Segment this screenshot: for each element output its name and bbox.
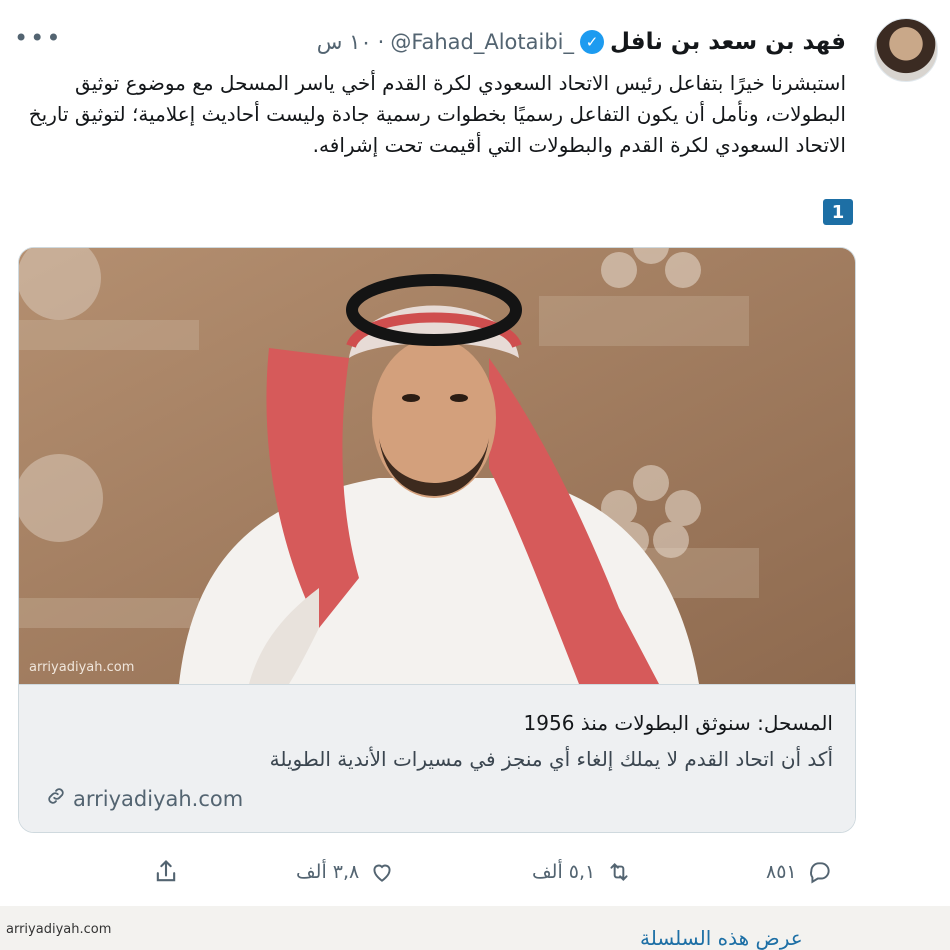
link-card-domain-text: arriyadiyah.com: [73, 786, 244, 811]
avatar[interactable]: [874, 18, 938, 82]
link-card-description: أكد أن اتحاد القدم لا يملك إلغاء أي منجز…: [269, 747, 833, 771]
more-options-icon[interactable]: •••: [14, 24, 62, 52]
reply-icon: [807, 859, 833, 885]
reply-count: ٨٥١: [766, 861, 797, 883]
display-name[interactable]: فهد بن سعد بن نافل: [610, 29, 846, 55]
like-count: ٣,٨ ألف: [296, 861, 360, 883]
tweet-actions: ٨٥١ ٥,١ ألف ٣,٨ ألف: [0, 850, 950, 894]
retweet-count: ٥,١ ألف: [532, 861, 596, 883]
retweet-button[interactable]: ٥,١ ألف: [532, 850, 633, 894]
like-button[interactable]: ٣,٨ ألف: [296, 850, 395, 894]
photo-illustration: [19, 248, 855, 684]
timestamp[interactable]: ١٠ س: [317, 30, 372, 54]
link-card-title[interactable]: المسحل: سنوثق البطولات منذ 1956: [524, 711, 833, 735]
tweet-card: فهد بن سعد بن نافل ✓ @Fahad_Alotaibi_ · …: [0, 0, 950, 906]
article-photo: arriyadiyah.com: [19, 248, 855, 684]
tweet-header: فهد بن سعد بن نافل ✓ @Fahad_Alotaibi_ · …: [26, 24, 846, 60]
separator-dot: ·: [377, 30, 385, 54]
show-thread-link[interactable]: عرض هذه السلسلة: [640, 926, 803, 950]
source-credit: arriyadiyah.com: [6, 922, 112, 937]
share-button[interactable]: [152, 850, 180, 894]
verified-icon: ✓: [580, 30, 605, 54]
retweet-icon: [605, 859, 633, 885]
thread-number-badge: 1: [823, 199, 853, 225]
handle[interactable]: @Fahad_Alotaibi_: [390, 30, 574, 54]
link-card-domain[interactable]: arriyadiyah.com: [45, 785, 243, 812]
photo-watermark: arriyadiyah.com: [29, 660, 135, 675]
share-icon: [152, 858, 180, 886]
heart-icon: [369, 859, 395, 885]
tweet-text: استبشرنا خيرًا بتفاعل رئيس الاتحاد السعو…: [28, 71, 846, 157]
link-card-body: المسحل: سنوثق البطولات منذ 1956 أكد أن ا…: [19, 684, 855, 832]
reply-button[interactable]: ٨٥١: [766, 850, 833, 894]
link-icon: [45, 785, 67, 812]
link-preview-card[interactable]: arriyadiyah.com المسحل: سنوثق البطولات م…: [18, 247, 856, 833]
